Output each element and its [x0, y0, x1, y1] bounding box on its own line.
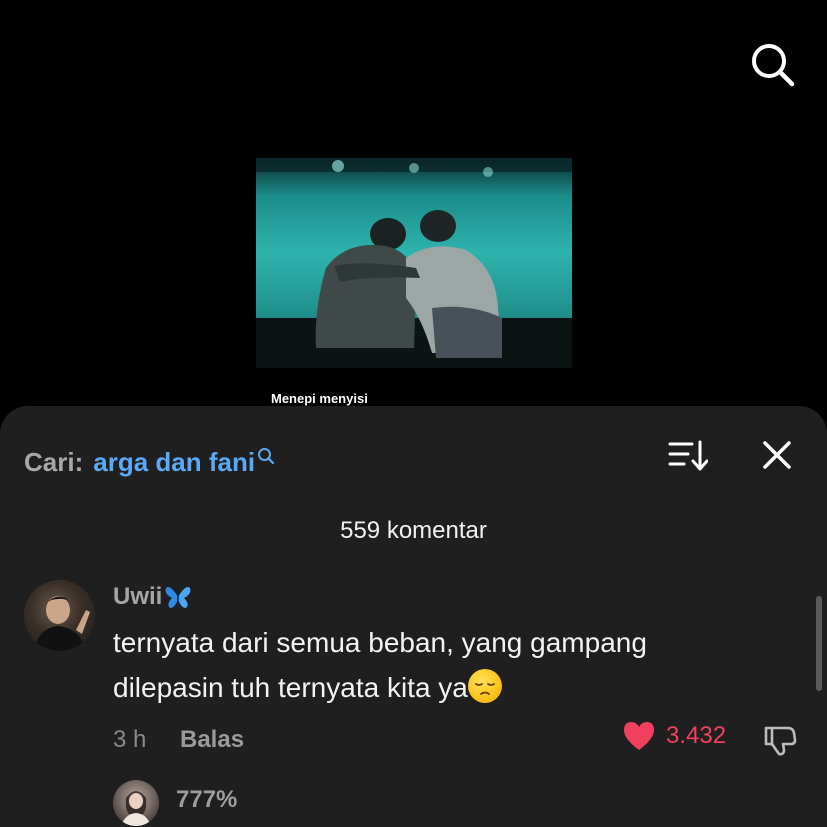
comment-time: 3 h: [113, 726, 147, 753]
video-thumbnail: [256, 158, 572, 368]
comment-count: 559 komentar: [340, 517, 487, 544]
heart-icon: [624, 722, 654, 750]
close-button[interactable]: [760, 438, 794, 472]
comment-username[interactable]: Uwii: [113, 583, 192, 611]
search-prefix-label: Cari:: [24, 446, 84, 477]
search-icon: [752, 44, 795, 87]
like-count: 3.432: [666, 722, 727, 749]
search-term-link[interactable]: arga dan fani: [93, 447, 255, 478]
comments-sheet: Cari: arga dan fani 559 komentar Uwii te…: [0, 406, 827, 827]
like-button[interactable]: 3.432: [622, 720, 726, 752]
reply-button[interactable]: Balas: [180, 726, 244, 754]
username-text: Uwii: [113, 583, 163, 610]
dislike-button[interactable]: [762, 722, 798, 758]
reply-avatar[interactable]: [113, 780, 159, 826]
sort-icon: [668, 440, 709, 471]
comment-text: ternyata dari semua beban, yang gampang …: [113, 627, 647, 703]
search-term-icon: [258, 448, 275, 465]
comment-body: ternyata dari semua beban, yang gampang …: [113, 620, 753, 710]
scrollbar[interactable]: [816, 596, 822, 691]
search-button[interactable]: [748, 40, 796, 88]
video-area[interactable]: Menepi menyisi: [0, 0, 827, 420]
butterfly-icon: [165, 587, 191, 608]
video-caption: Menepi menyisi: [271, 391, 368, 406]
pensive-face-emoji: [467, 669, 502, 703]
sort-button[interactable]: [668, 438, 709, 474]
thumbs-down-icon: [764, 726, 797, 756]
close-icon: [763, 441, 791, 469]
avatar[interactable]: [24, 580, 95, 651]
reply-preview-text: 777%: [176, 786, 238, 813]
comment-search-suggestion[interactable]: Cari: arga dan fani: [24, 444, 275, 480]
